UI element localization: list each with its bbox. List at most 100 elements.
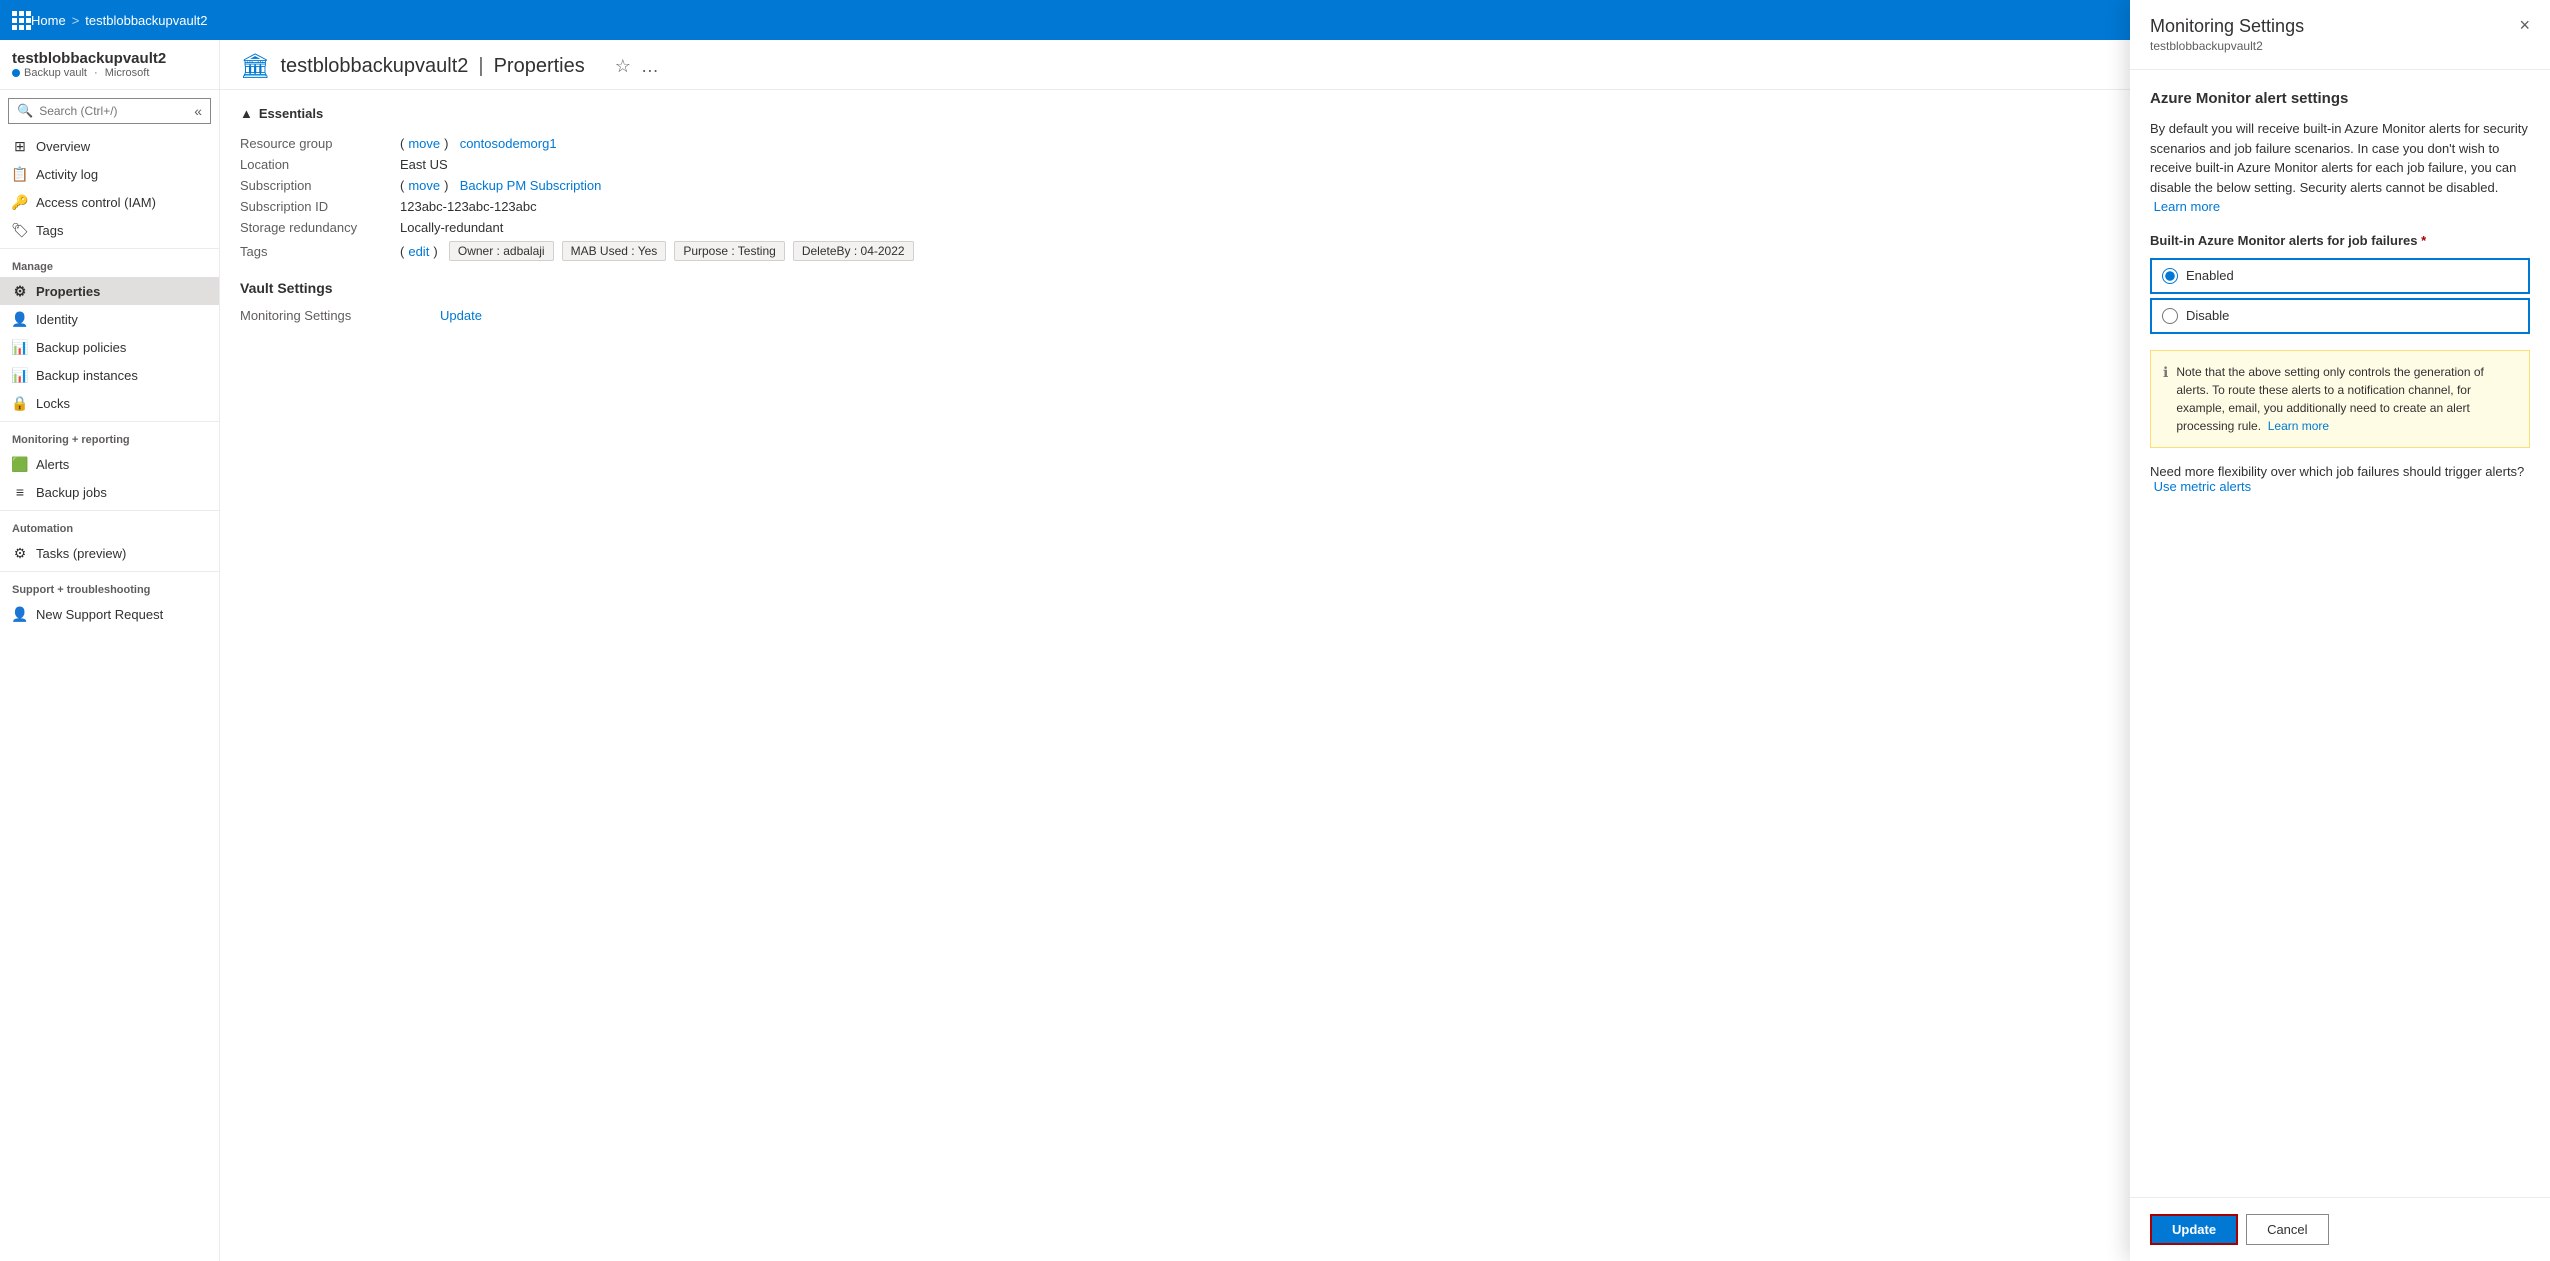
search-input[interactable] (39, 104, 188, 118)
sidebar-item-new-support[interactable]: 👤 New Support Request (0, 600, 219, 628)
sidebar-item-locks[interactable]: 🔒 Locks (0, 389, 219, 417)
sidebar-item-label: Backup jobs (36, 485, 107, 500)
sidebar-item-tags[interactable]: 🏷 Tags (0, 216, 219, 244)
use-metric-alerts-link[interactable]: Use metric alerts (2154, 479, 2252, 494)
alerts-icon: 🟩 (12, 456, 28, 472)
required-indicator: * (2421, 233, 2426, 248)
sidebar-item-label: Overview (36, 139, 90, 154)
sidebar-item-label: Backup instances (36, 368, 138, 383)
backup-instances-icon: 📊 (12, 367, 28, 383)
breadcrumb: Home > testblobbackupvault2 (31, 13, 207, 28)
sidebar-item-identity[interactable]: 👤 Identity (0, 305, 219, 333)
manage-section-label: Manage (0, 253, 219, 277)
resource-group-row: Resource group (move) contosodemorg1 (240, 133, 1385, 154)
essentials-label: Essentials (259, 106, 323, 121)
radio-group-container: Built-in Azure Monitor alerts for job fa… (2150, 233, 2530, 334)
panel-title-group: Monitoring Settings testblobbackupvault2 (2150, 40, 2304, 53)
location-value: East US (400, 157, 448, 172)
essentials-chevron: ▲ (240, 106, 253, 121)
panel-body: Azure Monitor alert settings By default … (2130, 70, 2550, 1197)
storage-redundancy-label: Storage redundancy (240, 220, 400, 235)
sidebar-item-tasks[interactable]: ⚙ Tasks (preview) (0, 539, 219, 567)
metric-alerts: Need more flexibility over which job fai… (2150, 464, 2530, 494)
access-control-icon: 🔑 (12, 194, 28, 210)
panel-footer: Update Cancel (2130, 1197, 2550, 1261)
resource-group-label: Resource group (240, 136, 400, 151)
subscription-label: Subscription (240, 178, 400, 193)
radio-enabled-option[interactable]: Enabled (2150, 258, 2530, 294)
sidebar-divider-2 (0, 421, 219, 422)
tag-badge: Purpose : Testing (674, 241, 785, 261)
more-options-button[interactable]: … (641, 56, 659, 77)
tag-badge: DeleteBy : 04-2022 (793, 241, 914, 261)
monitoring-settings-link[interactable]: Update (440, 308, 482, 323)
breadcrumb-resource[interactable]: testblobbackupvault2 (85, 13, 207, 28)
info-text: Note that the above setting only control… (2176, 363, 2517, 435)
resource-group-link[interactable]: contosodemorg1 (460, 136, 557, 151)
essentials-left: Resource group (move) contosodemorg1 Loc… (240, 133, 1385, 264)
resource-type: Backup vault (24, 67, 87, 79)
sidebar-item-alerts[interactable]: 🟩 Alerts (0, 450, 219, 478)
panel-header: Monitoring Settings testblobbackupvault2… (2130, 40, 2550, 70)
learn-more-link[interactable]: Learn more (2154, 199, 2220, 214)
radio-disable-label: Disable (2186, 308, 2229, 323)
sidebar-item-access-control[interactable]: 🔑 Access control (IAM) (0, 188, 219, 216)
storage-redundancy-row: Storage redundancy Locally-redundant (240, 217, 1385, 238)
monitoring-settings-label: Monitoring Settings (240, 308, 440, 323)
tags-edit-link[interactable]: edit (408, 244, 429, 259)
page-subtitle: Properties (494, 55, 585, 78)
radio-group-label: Built-in Azure Monitor alerts for job fa… (2150, 233, 2530, 248)
update-button[interactable]: Update (2150, 1214, 2238, 1245)
info-icon: ℹ (2163, 364, 2168, 435)
info-learn-more-link[interactable]: Learn more (2268, 419, 2329, 433)
tags-value: (edit) Owner : adbalajiMAB Used : YesPur… (400, 241, 914, 261)
radio-disable-option[interactable]: Disable (2150, 298, 2530, 334)
backup-jobs-icon: ≡ (12, 484, 28, 500)
sidebar-item-backup-jobs[interactable]: ≡ Backup jobs (0, 478, 219, 506)
sidebar: testblobbackupvault2 Backup vault · Micr… (0, 40, 220, 1261)
sidebar-item-backup-instances[interactable]: 📊 Backup instances (0, 361, 219, 389)
radio-enabled-label: Enabled (2186, 268, 2234, 283)
resource-group-value: (move) contosodemorg1 (400, 136, 557, 151)
subscription-value: (move) Backup PM Subscription (400, 178, 601, 193)
main-layout: testblobbackupvault2 Backup vault · Micr… (0, 40, 2550, 1261)
location-row: Location East US (240, 154, 1385, 175)
subscription-row: Subscription (move) Backup PM Subscripti… (240, 175, 1385, 196)
page-resource-name: testblobbackupvault2 (280, 55, 468, 78)
search-box[interactable]: 🔍 « (8, 98, 211, 124)
subscription-id-label: Subscription ID (240, 199, 400, 214)
sidebar-divider (0, 248, 219, 249)
sidebar-item-label: Alerts (36, 457, 69, 472)
sidebar-resource-name: testblobbackupvault2 (12, 50, 207, 67)
search-icon: 🔍 (17, 103, 33, 119)
waffle-icon[interactable] (12, 11, 31, 30)
page-header-actions: ☆ … (615, 56, 659, 77)
sidebar-item-label: Tasks (preview) (36, 546, 126, 561)
collapse-button[interactable]: « (194, 103, 202, 119)
sidebar-item-label: Backup policies (36, 340, 126, 355)
page-icon: 🏛 (240, 52, 270, 81)
sidebar-item-activity-log[interactable]: 📋 Activity log (0, 160, 219, 188)
subscription-move[interactable]: move (408, 178, 440, 193)
sidebar-item-overview[interactable]: ⊞ Overview (0, 132, 219, 160)
sidebar-item-backup-policies[interactable]: 📊 Backup policies (0, 333, 219, 361)
subscription-link[interactable]: Backup PM Subscription (460, 178, 602, 193)
favorite-button[interactable]: ☆ (615, 56, 631, 77)
locks-icon: 🔒 (12, 395, 28, 411)
overview-icon: ⊞ (12, 138, 28, 154)
breadcrumb-home[interactable]: Home (31, 13, 66, 28)
radio-disable-input[interactable] (2162, 308, 2178, 324)
sidebar-divider-4 (0, 571, 219, 572)
sidebar-item-label: Properties (36, 284, 100, 299)
sidebar-item-label: Activity log (36, 167, 98, 182)
resource-group-move[interactable]: move (408, 136, 440, 151)
radio-enabled-input[interactable] (2162, 268, 2178, 284)
cancel-button[interactable]: Cancel (2246, 1214, 2328, 1245)
panel-description: By default you will receive built-in Azu… (2150, 119, 2530, 217)
backup-policies-icon: 📊 (12, 339, 28, 355)
info-box: ℹ Note that the above setting only contr… (2150, 350, 2530, 448)
monitoring-settings-value: Update (440, 308, 482, 323)
subscription-id-row: Subscription ID 123abc-123abc-123abc (240, 196, 1385, 217)
tags-label: Tags (240, 244, 400, 259)
sidebar-item-properties[interactable]: ⚙ Properties (0, 277, 219, 305)
